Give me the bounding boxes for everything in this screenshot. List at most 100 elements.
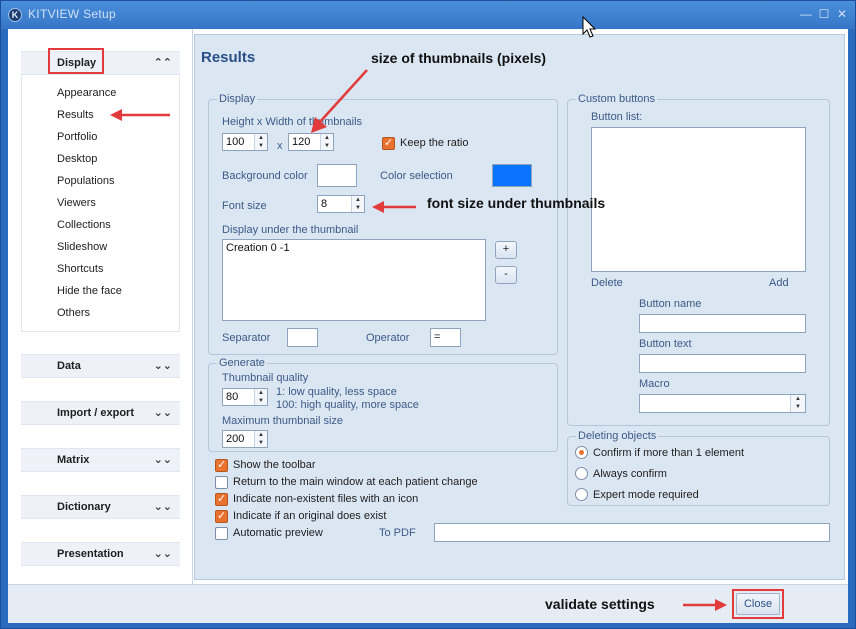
sidebar-item-shortcuts[interactable]: Shortcuts (57, 263, 103, 275)
stepper-value: 100 (226, 136, 245, 148)
size-separator-x: x (277, 140, 283, 152)
button-name-input[interactable] (639, 314, 806, 333)
automatic-preview-label: Automatic preview (233, 527, 323, 539)
sidebar-item-hide-the-face[interactable]: Hide the face (57, 285, 122, 297)
add-field-button[interactable]: + (495, 241, 517, 259)
app-icon: K (8, 8, 22, 22)
sidebar-section-label: Import / export (57, 407, 135, 419)
return-main-window-label: Return to the main window at each patien… (233, 476, 478, 488)
button-text-input[interactable] (639, 354, 806, 373)
automatic-preview-checkbox[interactable] (215, 527, 228, 540)
sidebar-section-label: Dictionary (57, 501, 111, 513)
thumbnail-size-arrow-icon (311, 69, 368, 133)
display-under-textarea[interactable]: Creation 0 -1 (222, 239, 486, 321)
stepper-value: 120 (292, 136, 311, 148)
remove-field-button[interactable]: - (495, 266, 517, 284)
chevron-down-icon: ⌄⌄ (153, 548, 172, 560)
maximize-button[interactable]: ☐ (816, 7, 832, 21)
selection-color-swatch[interactable] (492, 164, 532, 187)
max-thumbnail-size-label: Maximum thumbnail size (222, 415, 344, 427)
close-window-button[interactable]: ✕ (834, 7, 850, 21)
stepper-arrows-icon[interactable]: ▲ ▼ (254, 134, 267, 150)
display-highlight-box (48, 48, 104, 74)
custom-buttons-group: Custom buttons Button list: Delete Add B… (567, 93, 830, 426)
stepper-arrows-icon[interactable]: ▲ ▼ (254, 431, 267, 447)
return-main-window-checkbox[interactable] (215, 476, 228, 489)
always-confirm-radio[interactable] (575, 467, 588, 480)
quality-hint-low: 1: low quality, less space (276, 386, 397, 398)
sidebar-item-results[interactable]: Results (57, 109, 94, 121)
annotation-thumbnail-size: size of thumbnails (pixels) (371, 50, 547, 66)
keep-ratio-checkbox[interactable] (382, 136, 395, 150)
thumbnail-height-stepper[interactable]: 100 ▲ ▼ (222, 133, 268, 151)
sidebar-section-matrix[interactable]: Matrix ⌄⌄ (21, 448, 180, 472)
chevron-up-icon: ⌃⌃ (153, 57, 172, 69)
sidebar-item-viewers[interactable]: Viewers (57, 197, 96, 209)
button-list[interactable] (591, 127, 806, 272)
sidebar-item-appearance[interactable]: Appearance (57, 87, 116, 99)
group-legend: Deleting objects (576, 430, 659, 442)
font-size-stepper[interactable]: 8 ▲ ▼ (317, 195, 365, 213)
button-text-label: Button text (639, 338, 692, 350)
sidebar-section-presentation[interactable]: Presentation ⌄⌄ (21, 542, 180, 566)
results-panel: Results Display Height x Width of thumbn… (194, 34, 845, 580)
mouse-cursor-icon (582, 15, 597, 38)
window-title: KITVIEW Setup (28, 7, 116, 21)
annotation-font-size: font size under thumbnails (427, 195, 606, 211)
always-confirm-label: Always confirm (593, 468, 667, 480)
button-list-label: Button list: (591, 111, 643, 123)
stepper-arrows-icon[interactable]: ▲ ▼ (351, 196, 364, 212)
expert-mode-radio[interactable] (575, 488, 588, 501)
stepper-value: 80 (226, 391, 239, 403)
title-bar[interactable]: K KITVIEW Setup — ☐ ✕ (1, 1, 855, 29)
sidebar-item-others[interactable]: Others (57, 307, 90, 319)
operator-value: = (434, 331, 441, 343)
sidebar-section-import-export[interactable]: Import / export ⌄⌄ (21, 401, 180, 425)
thumbnail-quality-stepper[interactable]: 80 ▲ ▼ (222, 388, 268, 406)
color-selection-label: Color selection (380, 170, 453, 182)
delete-button[interactable]: Delete (591, 277, 623, 289)
generate-group: Generate Thumbnail quality 80 ▲ ▼ 1: low … (208, 357, 558, 452)
separator-input[interactable] (287, 328, 318, 347)
quality-hint-high: 100: high quality, more space (276, 399, 419, 411)
confirm-multiple-radio[interactable] (575, 446, 588, 459)
setup-window: K KITVIEW Setup — ☐ ✕ Display ⌃⌃ Appeara… (0, 0, 856, 629)
background-color-label: Background color (222, 170, 308, 182)
chevron-down-icon: ⌄⌄ (153, 501, 172, 513)
sidebar-item-portfolio[interactable]: Portfolio (57, 131, 97, 143)
font-size-arrow-icon (372, 201, 416, 213)
dropdown-arrows-icon[interactable]: ▲ ▼ (790, 395, 805, 412)
footer-bar: validate settings Close (8, 584, 848, 623)
close-button[interactable]: Close (736, 593, 780, 615)
sidebar-section-data[interactable]: Data ⌄⌄ (21, 354, 180, 378)
minimize-button[interactable]: — (798, 7, 814, 21)
sidebar-item-populations[interactable]: Populations (57, 175, 115, 187)
sidebar-section-label: Data (57, 360, 81, 372)
sidebar-item-collections[interactable]: Collections (57, 219, 111, 231)
sidebar-item-desktop[interactable]: Desktop (57, 153, 97, 165)
group-legend: Display (217, 93, 258, 105)
macro-select[interactable]: ▲ ▼ (639, 394, 806, 413)
indicate-original-checkbox[interactable] (215, 509, 228, 523)
to-pdf-label: To PDF (379, 527, 416, 539)
sidebar-item-slideshow[interactable]: Slideshow (57, 241, 107, 253)
show-toolbar-checkbox[interactable] (215, 458, 228, 472)
sidebar-section-label: Matrix (57, 454, 90, 466)
indicate-nonexistent-checkbox[interactable] (215, 492, 228, 506)
show-toolbar-label: Show the toolbar (233, 459, 316, 471)
sidebar-section-label: Presentation (57, 548, 124, 560)
deleting-objects-group: Deleting objects Confirm if more than 1 … (567, 430, 830, 506)
max-thumbnail-size-stepper[interactable]: 200 ▲ ▼ (222, 430, 268, 448)
add-button[interactable]: Add (769, 277, 789, 289)
thumbnail-quality-label: Thumbnail quality (222, 372, 309, 384)
sidebar-section-dictionary[interactable]: Dictionary ⌄⌄ (21, 495, 180, 519)
to-pdf-input[interactable] (434, 523, 830, 542)
font-size-label: Font size (222, 200, 267, 212)
separator-label: Separator (222, 332, 271, 344)
operator-input[interactable]: = (430, 328, 461, 347)
page-title: Results (201, 49, 256, 66)
sidebar: Display ⌃⌃ Appearance Results Portfolio … (8, 29, 193, 584)
stepper-arrows-icon[interactable]: ▲ ▼ (254, 389, 267, 405)
group-legend: Generate (217, 357, 267, 369)
background-color-swatch[interactable] (317, 164, 357, 187)
